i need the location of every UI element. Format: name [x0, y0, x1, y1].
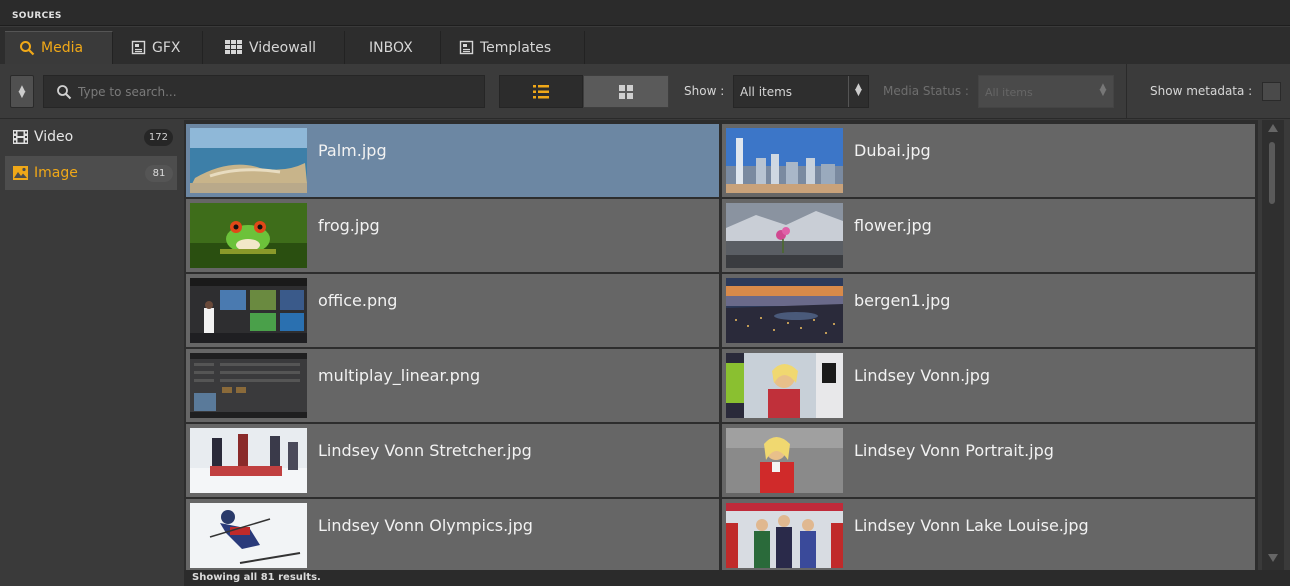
- thumbnail-image: [190, 128, 307, 193]
- media-item[interactable]: office.png: [186, 274, 719, 347]
- media-item-name: multiplay_linear.png: [318, 366, 481, 385]
- media-grid: Palm.jpg Dubai.jpg frog.jpg flower.jpg o…: [184, 120, 1258, 570]
- grid-view-icon: [619, 84, 633, 99]
- sidebar-item-video[interactable]: Video 172: [5, 120, 177, 154]
- media-item-name: Lindsey Vonn Lake Louise.jpg: [854, 516, 1089, 535]
- media-status-label: Media Status :: [883, 84, 969, 98]
- media-item[interactable]: Dubai.jpg: [722, 124, 1255, 197]
- media-item-name: office.png: [318, 291, 398, 310]
- tab-videowall[interactable]: Videowall: [203, 31, 345, 64]
- gfx-icon: [131, 40, 146, 55]
- show-metadata-checkbox[interactable]: [1262, 82, 1281, 101]
- media-item[interactable]: Lindsey Vonn Lake Louise.jpg: [722, 499, 1255, 570]
- vertical-scrollbar[interactable]: [1262, 120, 1284, 570]
- grid-view-button[interactable]: [583, 75, 669, 108]
- scroll-down-arrow-icon[interactable]: [1268, 554, 1278, 562]
- media-item-name: bergen1.jpg: [854, 291, 951, 310]
- results-count-text: Showing all 81 results.: [192, 572, 321, 583]
- videowall-icon: [225, 40, 243, 55]
- media-item[interactable]: frog.jpg: [186, 199, 719, 272]
- media-item-name: Dubai.jpg: [854, 141, 931, 160]
- show-filter-select[interactable]: All items ▲ ▼: [733, 75, 869, 108]
- media-item[interactable]: flower.jpg: [722, 199, 1255, 272]
- tab-label: Videowall: [249, 39, 317, 56]
- film-icon: [13, 130, 28, 144]
- select-arrows-icon: ▲ ▼: [848, 76, 868, 107]
- search-box: [43, 75, 485, 108]
- search-icon: [19, 40, 35, 56]
- media-status-value: All items: [985, 86, 1033, 99]
- sidebar-item-label: Image: [34, 165, 78, 181]
- tab-inbox[interactable]: INBOX: [345, 31, 441, 64]
- section-title: SOURCES: [12, 11, 62, 21]
- tab-label: Media: [41, 40, 84, 56]
- results-status-bar: Showing all 81 results.: [184, 570, 1290, 586]
- item-count-badge: 172: [143, 129, 173, 146]
- thumbnail-image: [726, 428, 843, 493]
- thumbnail-image: [190, 428, 307, 493]
- sidebar-item-label: Video: [34, 129, 74, 145]
- item-count-badge: 81: [145, 165, 173, 182]
- thumbnail-image: [726, 203, 843, 268]
- thumbnail-image: [190, 278, 307, 343]
- thumbnail-image: [726, 503, 843, 568]
- sort-down-icon: ▼: [18, 89, 26, 100]
- media-item[interactable]: Palm.jpg: [186, 124, 719, 197]
- show-filter-value: All items: [740, 85, 793, 99]
- media-item-name: Lindsey Vonn Olympics.jpg: [318, 516, 533, 535]
- select-arrows-icon: ▲ ▼: [1099, 82, 1107, 98]
- tab-gfx[interactable]: GFX: [113, 31, 203, 64]
- media-item[interactable]: Lindsey Vonn.jpg: [722, 349, 1255, 422]
- media-item-name: Lindsey Vonn Stretcher.jpg: [318, 441, 532, 460]
- media-status-select[interactable]: All items ▲ ▼: [978, 75, 1114, 108]
- thumbnail-image: [726, 128, 843, 193]
- media-item[interactable]: Lindsey Vonn Portrait.jpg: [722, 424, 1255, 497]
- sort-toggle-button[interactable]: ▲ ▼: [10, 75, 34, 108]
- show-filter-label: Show :: [684, 84, 725, 98]
- list-view-button[interactable]: [499, 75, 583, 108]
- sidebar-item-image[interactable]: Image 81: [5, 156, 177, 190]
- media-item-name: Lindsey Vonn Portrait.jpg: [854, 441, 1054, 460]
- thumbnail-image: [726, 278, 843, 343]
- thumbnail-image: [190, 503, 307, 568]
- media-item-name: Palm.jpg: [318, 141, 387, 160]
- scroll-up-arrow-icon[interactable]: [1268, 124, 1278, 132]
- media-item-name: frog.jpg: [318, 216, 380, 235]
- source-tabs: Media GFX Videowall INBOX Templates: [0, 27, 1290, 64]
- search-icon: [57, 84, 72, 99]
- show-metadata-label: Show metadata :: [1150, 84, 1253, 98]
- tab-label: Templates: [480, 39, 552, 56]
- tab-templates[interactable]: Templates: [441, 31, 585, 64]
- media-item[interactable]: multiplay_linear.png: [186, 349, 719, 422]
- tab-label: INBOX: [369, 39, 413, 56]
- tab-media[interactable]: Media: [5, 31, 113, 64]
- list-view-icon: [533, 84, 549, 98]
- thumbnail-image: [726, 353, 843, 418]
- template-icon: [459, 40, 474, 55]
- media-item-name: flower.jpg: [854, 216, 932, 235]
- media-item[interactable]: Lindsey Vonn Olympics.jpg: [186, 499, 719, 570]
- image-icon: [13, 166, 28, 180]
- media-toolbar: ▲ ▼ Show : All items ▲▼ Media Status : A…: [0, 64, 1290, 119]
- thumbnail-image: [190, 353, 307, 418]
- media-item[interactable]: bergen1.jpg: [722, 274, 1255, 347]
- thumbnail-image: [190, 203, 307, 268]
- media-type-sidebar: Video 172 Image 81: [0, 120, 180, 586]
- toolbar-divider: [1126, 64, 1127, 119]
- tab-label: GFX: [152, 39, 181, 56]
- media-item-name: Lindsey Vonn.jpg: [854, 366, 991, 385]
- search-input[interactable]: [78, 84, 458, 99]
- scroll-thumb[interactable]: [1269, 142, 1275, 204]
- sources-header: SOURCES: [0, 0, 1290, 26]
- media-item[interactable]: Lindsey Vonn Stretcher.jpg: [186, 424, 719, 497]
